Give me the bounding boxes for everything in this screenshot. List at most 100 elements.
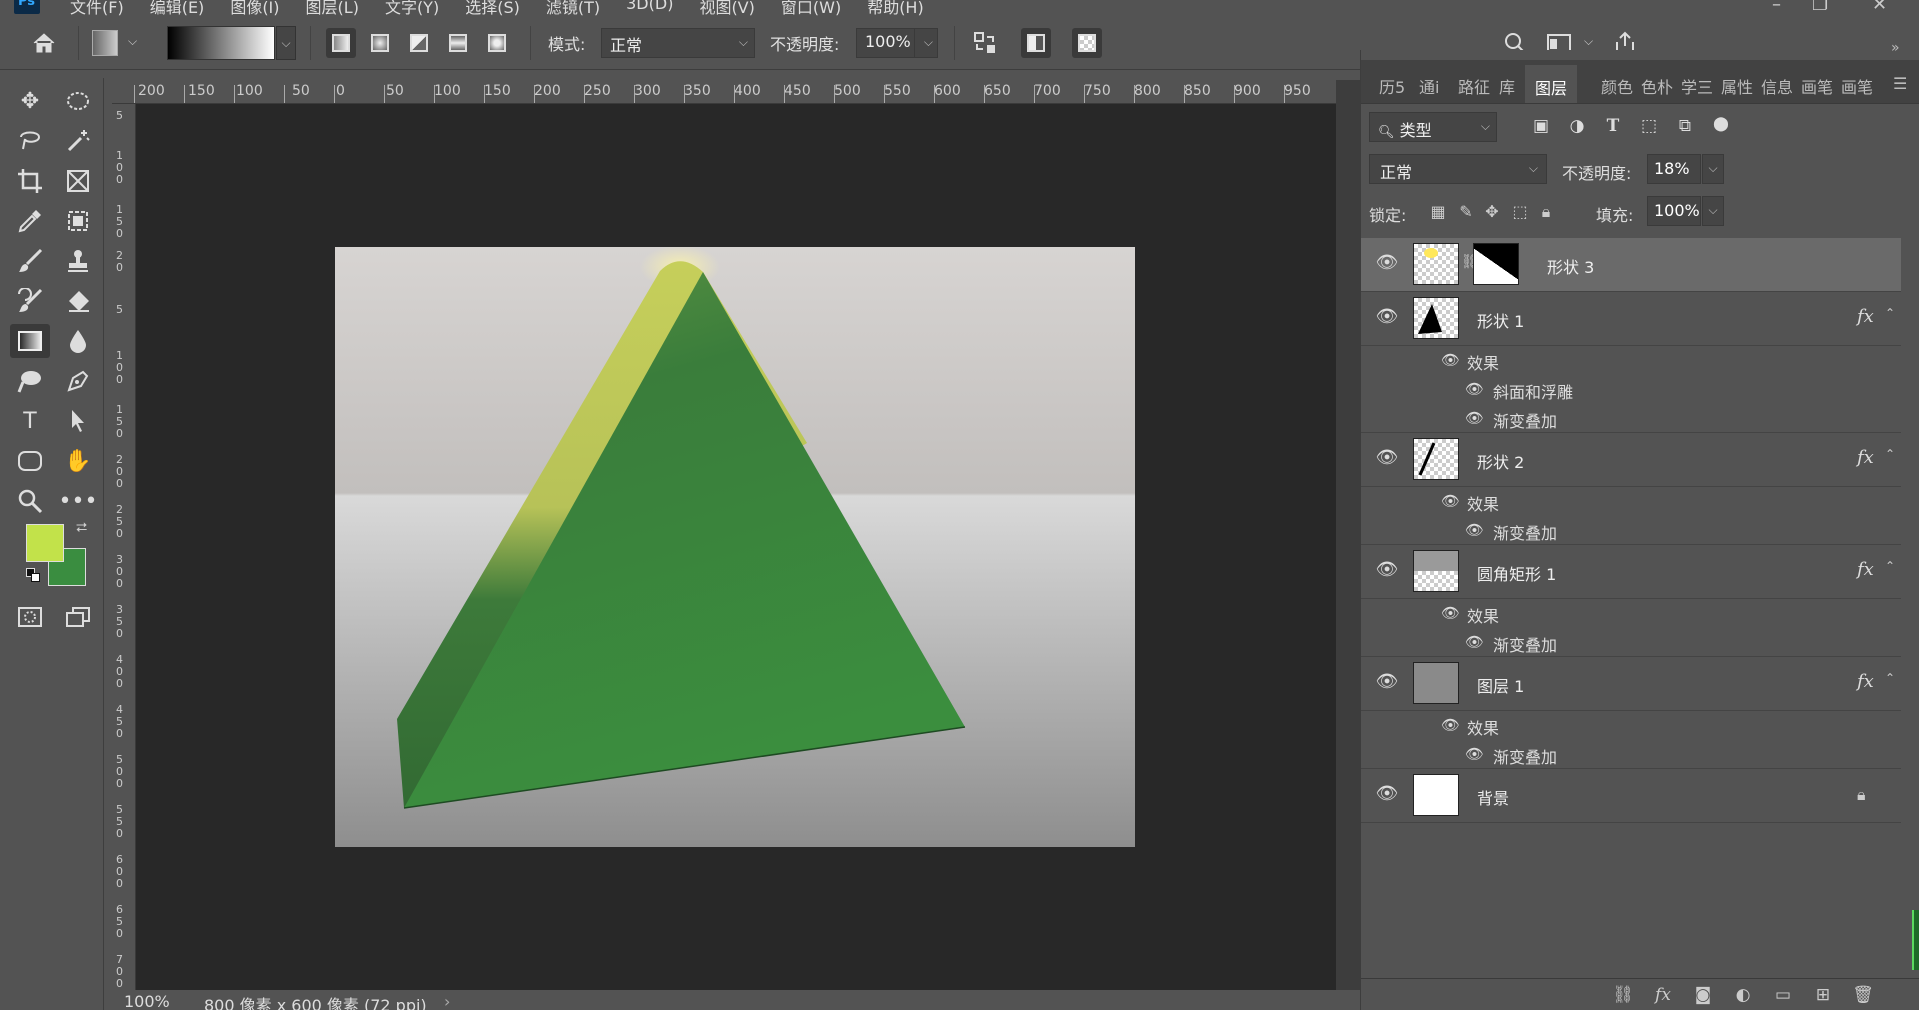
- layer-row-shape3[interactable]: 👁︎ ⛓︎ 形状 3: [1361, 238, 1901, 292]
- menu-view[interactable]: 视图(V): [699, 0, 754, 16]
- lock-artboard-icon[interactable]: ⬚: [1509, 202, 1531, 224]
- chevron-down-icon[interactable]: ⌵: [128, 34, 137, 49]
- filter-toggle-icon[interactable]: ⬤: [1709, 116, 1733, 138]
- eye-icon[interactable]: 👁︎: [1375, 252, 1399, 276]
- new-group-icon[interactable]: ▭: [1771, 985, 1795, 1007]
- tab-history[interactable]: 历5: [1379, 74, 1405, 98]
- layer-name[interactable]: 形状 2: [1477, 449, 1524, 473]
- tab-layers[interactable]: 图层: [1525, 65, 1578, 103]
- menu-filter[interactable]: 滤镜(T): [546, 0, 600, 16]
- eraser-tool-icon[interactable]: [58, 284, 98, 318]
- default-colors-icon[interactable]: [26, 568, 40, 582]
- layer-row-shape2[interactable]: 👁︎ 形状 2 fx ⌃: [1361, 433, 1901, 487]
- magic-wand-tool-icon[interactable]: [58, 124, 98, 158]
- menu-file[interactable]: 文件(F): [70, 0, 124, 16]
- eye-icon[interactable]: 👁︎: [1375, 559, 1399, 583]
- chevron-up-icon[interactable]: ⌃: [1885, 559, 1895, 573]
- smart-object-filter-icon[interactable]: ⧉: [1673, 116, 1697, 138]
- effect-gradient-row[interactable]: 👁︎ 渐变叠加: [1361, 628, 1901, 657]
- fill-dropdown[interactable]: ⌵: [1702, 196, 1724, 226]
- menu-edit[interactable]: 编辑(E): [150, 0, 205, 16]
- fill-input[interactable]: 100%: [1647, 196, 1701, 226]
- lock-pixels-icon[interactable]: ✎: [1455, 202, 1477, 224]
- eye-icon[interactable]: 👁︎: [1465, 633, 1485, 653]
- menu-select[interactable]: 选择(S): [465, 0, 520, 16]
- eye-icon[interactable]: 👁︎: [1465, 380, 1485, 400]
- gradient-tool-icon[interactable]: [10, 324, 50, 358]
- fx-icon[interactable]: fx: [1857, 447, 1874, 468]
- ellipse-marquee-tool-icon[interactable]: [58, 84, 98, 118]
- adjustment-filter-icon[interactable]: ◑: [1565, 116, 1589, 138]
- linear-gradient-button[interactable]: [326, 28, 356, 58]
- minimize-icon[interactable]: –: [1772, 0, 1781, 15]
- crop-tool-icon[interactable]: [10, 164, 50, 198]
- frame-tool-icon[interactable]: [58, 164, 98, 198]
- close-icon[interactable]: ✕: [1872, 0, 1887, 15]
- eye-icon[interactable]: 👁︎: [1375, 306, 1399, 330]
- radial-gradient-button[interactable]: [365, 28, 395, 58]
- gradient-dropdown[interactable]: ⌵: [276, 26, 296, 60]
- layer-opacity-dropdown[interactable]: ⌵: [1702, 154, 1724, 184]
- reverse-button[interactable]: [970, 28, 1000, 58]
- canvas-area[interactable]: [136, 104, 1336, 990]
- tab-libraries[interactable]: 库: [1499, 74, 1515, 98]
- tab-learn[interactable]: 学三: [1681, 74, 1713, 98]
- effect-gradient-row[interactable]: 👁︎ 渐变叠加: [1361, 740, 1901, 769]
- tab-info[interactable]: 信息: [1761, 74, 1793, 98]
- chevron-up-icon[interactable]: ⌃: [1885, 671, 1895, 685]
- menu-image[interactable]: 图像(I): [230, 0, 279, 16]
- eye-icon[interactable]: 👁︎: [1465, 521, 1485, 541]
- chevron-up-icon[interactable]: ⌃: [1885, 447, 1895, 461]
- zoom-level[interactable]: 100%: [124, 992, 170, 1010]
- eye-icon[interactable]: 👁︎: [1465, 745, 1485, 765]
- eye-icon[interactable]: 👁︎: [1375, 671, 1399, 695]
- layers-scrollbar[interactable]: [1908, 238, 1919, 978]
- more-tools-icon[interactable]: •••: [58, 484, 98, 518]
- document-canvas[interactable]: [335, 247, 1135, 847]
- quick-mask-icon[interactable]: [10, 600, 50, 634]
- layer-mask-thumbnail[interactable]: [1473, 243, 1519, 285]
- layer-name[interactable]: 图层 1: [1477, 673, 1524, 697]
- layer-name[interactable]: 形状 3: [1547, 254, 1594, 278]
- delete-layer-icon[interactable]: 🗑︎: [1851, 985, 1875, 1007]
- type-tool-icon[interactable]: T: [10, 404, 50, 438]
- transparency-button[interactable]: [1072, 28, 1102, 58]
- eye-icon[interactable]: 👁︎: [1465, 409, 1485, 429]
- layer-name[interactable]: 圆角矩形 1: [1477, 561, 1556, 585]
- effect-bevel-row[interactable]: 👁︎ 斜面和浮雕: [1361, 375, 1901, 404]
- lock-position-icon[interactable]: ✥: [1481, 202, 1503, 224]
- eye-icon[interactable]: 👁︎: [1441, 351, 1461, 371]
- shape-filter-icon[interactable]: ⬚: [1637, 116, 1661, 138]
- angle-gradient-button[interactable]: [404, 28, 434, 58]
- effect-gradient-row[interactable]: 👁︎ 渐变叠加: [1361, 516, 1901, 545]
- healing-brush-tool-icon[interactable]: [58, 204, 98, 238]
- stamp-tool-icon[interactable]: [58, 244, 98, 278]
- pen-tool-icon[interactable]: [58, 364, 98, 398]
- reflected-gradient-button[interactable]: [443, 28, 473, 58]
- adjustment-layer-icon[interactable]: ◐: [1731, 985, 1755, 1007]
- tab-color[interactable]: 颜色: [1601, 74, 1633, 98]
- link-layers-icon[interactable]: ⛓︎: [1611, 985, 1635, 1007]
- tab-properties[interactable]: 属性: [1721, 74, 1753, 98]
- eye-icon[interactable]: 👁︎: [1441, 492, 1461, 512]
- screen-mode-icon[interactable]: [58, 600, 98, 634]
- zoom-tool-icon[interactable]: [10, 484, 50, 518]
- layer-opacity-input[interactable]: 18%: [1647, 154, 1701, 184]
- lock-icon[interactable]: 🔒︎: [1857, 785, 1866, 805]
- opacity-dropdown[interactable]: ⌵: [914, 28, 938, 58]
- collapse-panels-icon[interactable]: »: [1891, 40, 1900, 56]
- rounded-rectangle-tool-icon[interactable]: [10, 444, 50, 478]
- mode-select[interactable]: 正常 ⌵: [601, 28, 755, 58]
- add-mask-icon[interactable]: ◙: [1691, 985, 1715, 1007]
- history-brush-tool-icon[interactable]: [10, 284, 50, 318]
- panel-menu-icon[interactable]: ☰: [1893, 74, 1907, 93]
- chevron-up-icon[interactable]: ⌃: [1885, 306, 1895, 320]
- layer-row-background[interactable]: 👁︎ 背景 🔒︎: [1361, 769, 1901, 823]
- fx-icon[interactable]: fx: [1857, 671, 1874, 692]
- foreground-color-swatch[interactable]: [26, 524, 64, 562]
- lock-transparency-icon[interactable]: ▦: [1427, 202, 1449, 224]
- effect-gradient-row[interactable]: 👁︎ 渐变叠加: [1361, 404, 1901, 433]
- menu-help[interactable]: 帮助(H): [867, 0, 924, 16]
- gradient-preset-button[interactable]: [92, 30, 118, 56]
- new-layer-icon[interactable]: ⊞: [1811, 985, 1835, 1007]
